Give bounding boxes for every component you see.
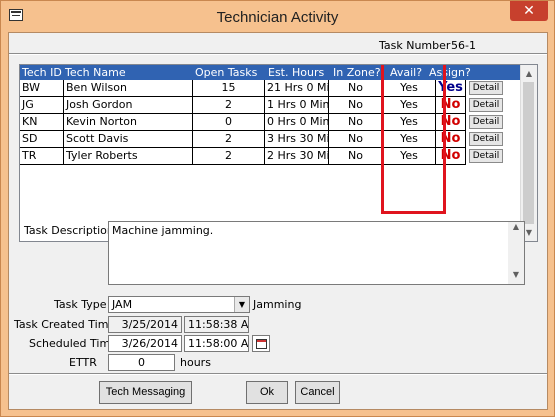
cell-tech-name: Ben Wilson bbox=[64, 80, 193, 97]
close-button[interactable]: ✕ bbox=[510, 1, 548, 21]
cell-tech-name: Scott Davis bbox=[64, 131, 193, 148]
detail-button[interactable]: Detail bbox=[469, 98, 503, 112]
bottom-divider bbox=[9, 373, 547, 375]
desc-scroll-down-icon[interactable]: ▼ bbox=[508, 270, 524, 284]
cell-tech-name: Kevin Norton bbox=[64, 114, 193, 131]
cell-tech-id: SD bbox=[20, 131, 64, 148]
cell-tech-name: Tyler Roberts bbox=[64, 148, 193, 165]
ettr-field[interactable]: 0 bbox=[108, 354, 175, 371]
scheduled-time-label: Scheduled Time bbox=[29, 337, 117, 350]
cell-est-hours: 2 Hrs 30 Mins bbox=[265, 148, 329, 165]
detail-button[interactable]: Detail bbox=[469, 115, 503, 129]
cell-tech-id: JG bbox=[20, 97, 64, 114]
desc-scroll-up-icon[interactable]: ▲ bbox=[508, 222, 524, 236]
ettr-label: ETTR bbox=[69, 356, 97, 369]
created-time-field: 11:58:38 AM bbox=[184, 316, 249, 333]
task-description-field[interactable]: Machine jamming. ▲ ▼ bbox=[108, 221, 525, 285]
scheduled-date-field[interactable]: 3/26/2014 bbox=[108, 335, 182, 352]
ok-button[interactable]: Ok bbox=[246, 381, 288, 404]
scheduled-date-value: 3/26/2014 bbox=[121, 337, 178, 350]
task-number-label: Task Number bbox=[379, 39, 451, 52]
cell-open-tasks: 15 bbox=[193, 80, 265, 97]
cell-est-hours: 3 Hrs 30 Mins bbox=[265, 131, 329, 148]
cell-in-zone: No bbox=[329, 131, 383, 148]
chevron-down-icon[interactable]: ▼ bbox=[234, 297, 249, 312]
ettr-unit: hours bbox=[180, 356, 211, 369]
col-tech-name: Tech Name bbox=[65, 66, 126, 79]
detail-button[interactable]: Detail bbox=[469, 149, 503, 163]
detail-button[interactable]: Detail bbox=[469, 81, 503, 95]
ettr-value: 0 bbox=[138, 356, 145, 369]
window-title: Technician Activity bbox=[216, 9, 339, 26]
task-type-text: Jamming bbox=[253, 298, 302, 311]
task-type-value: JAM bbox=[112, 298, 133, 311]
title-bar[interactable]: Technician Activity ✕ bbox=[1, 1, 554, 33]
top-divider bbox=[9, 53, 547, 55]
task-type-label: Task Type bbox=[54, 298, 107, 311]
task-number-value: 56-1 bbox=[451, 39, 476, 52]
col-in-zone: In Zone? bbox=[333, 66, 381, 79]
cell-tech-id: KN bbox=[20, 114, 64, 131]
col-open-tasks: Open Tasks bbox=[195, 66, 258, 79]
technician-activity-window: Technician Activity ✕ Task Number 56-1 T… bbox=[0, 0, 555, 417]
cell-est-hours: 1 Hrs 0 Mins bbox=[265, 97, 329, 114]
tech-messaging-button[interactable]: Tech Messaging bbox=[99, 381, 192, 404]
created-date-value: 3/25/2014 bbox=[121, 318, 178, 331]
avail-highlight-box bbox=[381, 65, 446, 214]
cell-in-zone: No bbox=[329, 80, 383, 97]
cell-est-hours: 21 Hrs 0 Mins bbox=[265, 80, 329, 97]
task-description-label: Task Description bbox=[24, 224, 114, 237]
task-type-combo[interactable]: JAM ▼ bbox=[108, 296, 250, 313]
cell-tech-id: TR bbox=[20, 148, 64, 165]
cell-open-tasks: 2 bbox=[193, 131, 265, 148]
col-tech-id: Tech ID bbox=[22, 66, 62, 79]
scroll-thumb[interactable] bbox=[523, 82, 534, 224]
description-scrollbar[interactable]: ▲ ▼ bbox=[508, 222, 524, 284]
created-time-value: 11:58:38 AM bbox=[188, 318, 249, 331]
cell-open-tasks: 2 bbox=[193, 97, 265, 114]
cancel-button[interactable]: Cancel bbox=[295, 381, 340, 404]
cell-in-zone: No bbox=[329, 114, 383, 131]
dialog-body: Task Number 56-1 Tech ID Tech Name Open … bbox=[8, 32, 548, 410]
detail-button[interactable]: Detail bbox=[469, 132, 503, 146]
cell-open-tasks: 2 bbox=[193, 148, 265, 165]
cell-tech-id: BW bbox=[20, 80, 64, 97]
calendar-icon[interactable] bbox=[252, 335, 270, 352]
cell-in-zone: No bbox=[329, 148, 383, 165]
scroll-up-arrow-icon[interactable]: ▲ bbox=[521, 65, 537, 82]
task-created-label: Task Created Time bbox=[14, 318, 116, 331]
cell-in-zone: No bbox=[329, 97, 383, 114]
cell-est-hours: 0 Hrs 0 Mins bbox=[265, 114, 329, 131]
technician-grid: Tech ID Tech Name Open Tasks Est. Hours … bbox=[19, 64, 538, 242]
cell-tech-name: Josh Gordon bbox=[64, 97, 193, 114]
task-description-text: Machine jamming. bbox=[112, 224, 214, 237]
scheduled-time-field[interactable]: 11:58:00 AM bbox=[184, 335, 249, 352]
col-est-hours: Est. Hours bbox=[268, 66, 325, 79]
created-date-field: 3/25/2014 bbox=[108, 316, 182, 333]
scheduled-time-value: 11:58:00 AM bbox=[188, 337, 249, 350]
grid-scrollbar[interactable]: ▲ ▼ bbox=[520, 65, 537, 241]
cell-open-tasks: 0 bbox=[193, 114, 265, 131]
